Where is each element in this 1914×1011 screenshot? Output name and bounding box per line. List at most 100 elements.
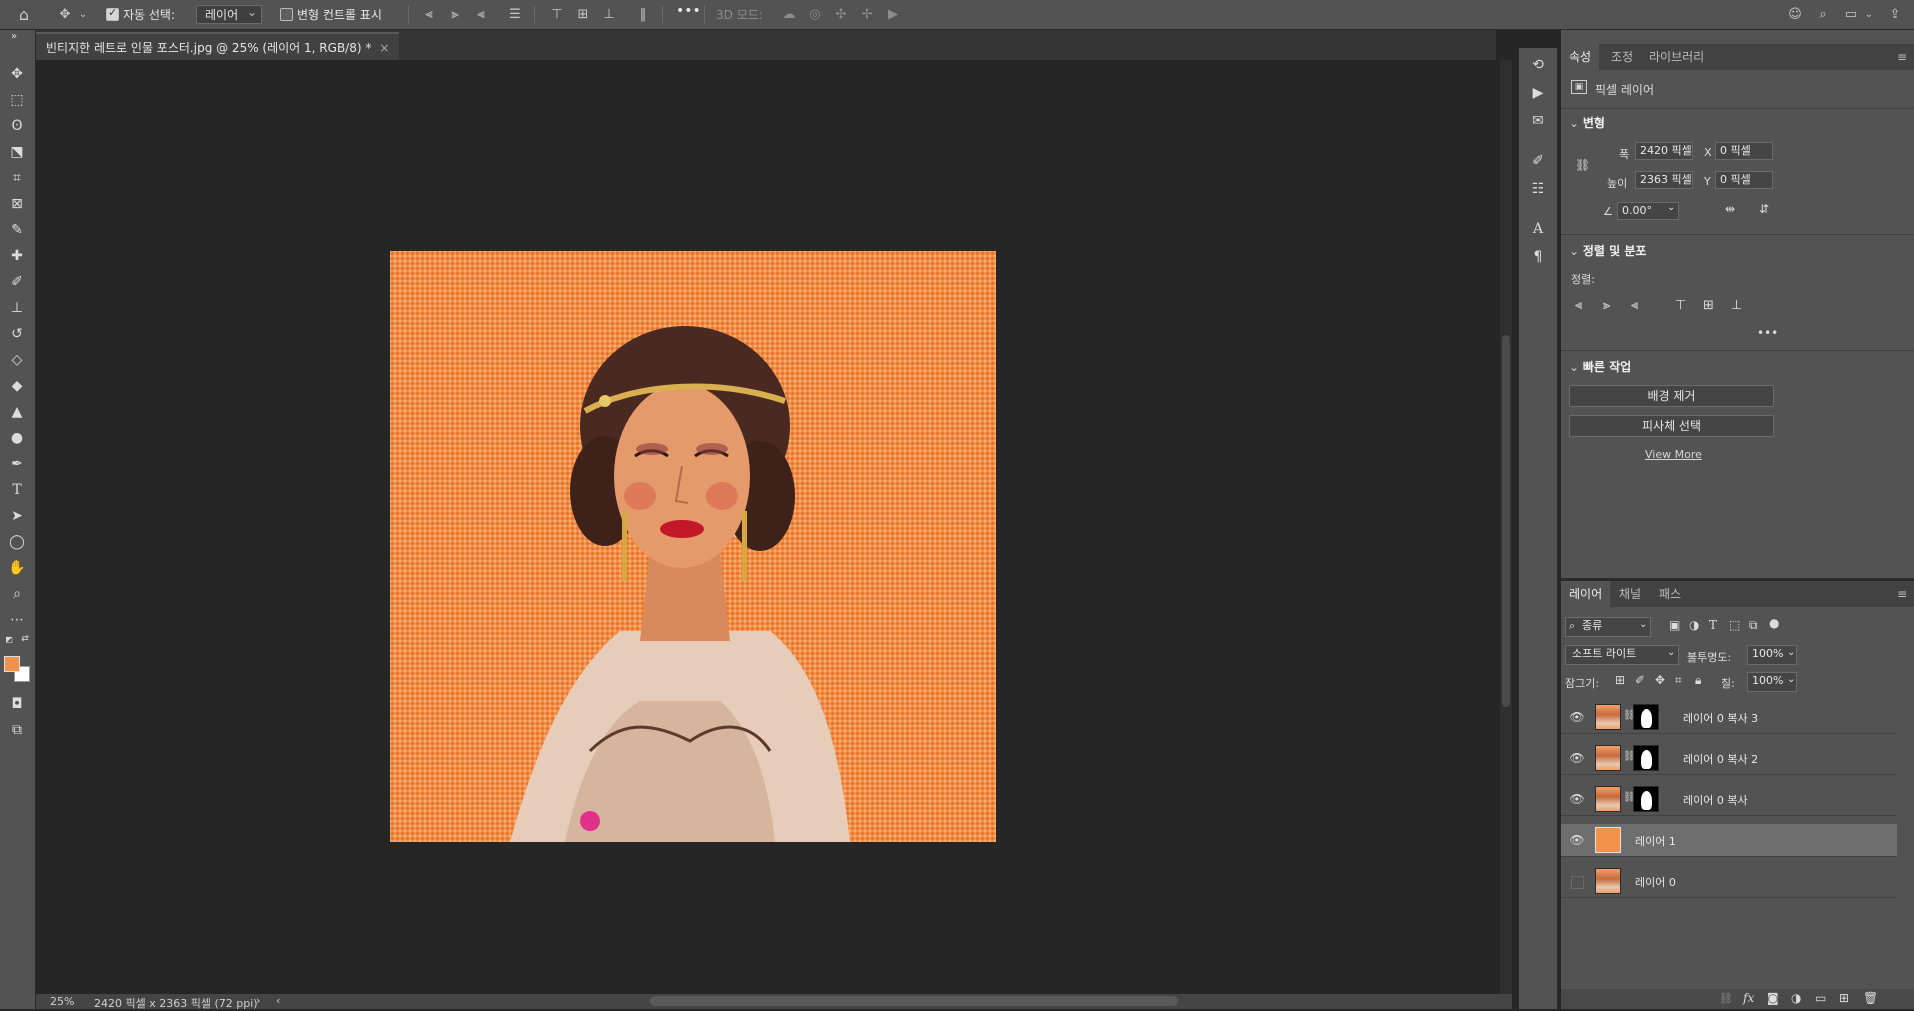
chevron-right-icon[interactable]: › [256, 994, 260, 1007]
filter-type-icon[interactable]: T [1709, 618, 1717, 632]
tab-layers[interactable]: 레이어 [1561, 581, 1611, 607]
visibility-toggle[interactable] [1571, 876, 1584, 889]
align-middle-v-icon[interactable]: ⊞ [574, 5, 592, 24]
horizontal-scroll-thumb[interactable] [650, 996, 1178, 1006]
layer-name[interactable]: 레이어 0 [1635, 874, 1676, 890]
transform-section-header[interactable]: 변형 [1569, 114, 1605, 131]
tab-libraries[interactable]: 라이브러리 [1649, 44, 1704, 70]
object-select-tool-icon[interactable]: ⬔ [7, 142, 27, 162]
layer-row-selected[interactable]: 👁︎ 레이어 1 [1561, 824, 1897, 857]
panel-menu-icon[interactable]: ≡ [1897, 581, 1907, 607]
layer-row[interactable]: 👁︎ ⛓ 레이어 0 복사 2 [1561, 742, 1897, 775]
chevron-down-icon[interactable]: ⌄ [1667, 202, 1675, 213]
view-more-link[interactable]: View More [1645, 448, 1702, 461]
layer-mask-thumbnail[interactable] [1633, 786, 1659, 812]
brush-tool-icon[interactable]: ✐ [7, 272, 27, 292]
close-icon[interactable]: × [379, 41, 389, 55]
filter-adjustment-icon[interactable]: ◑ [1689, 618, 1699, 632]
vertical-scroll-thumb[interactable] [1502, 335, 1510, 707]
transform-controls-checkbox[interactable] [280, 8, 293, 21]
export-icon[interactable]: ⇪ [1886, 5, 1904, 24]
move-tool-icon[interactable]: ✥ [7, 64, 27, 84]
tab-paths[interactable]: 패스 [1659, 581, 1681, 607]
chevron-down-icon[interactable]: ⌄ [1787, 674, 1795, 685]
layer-name[interactable]: 레이어 0 복사 [1683, 792, 1748, 808]
chevron-down-icon[interactable]: ⌄ [1639, 619, 1647, 630]
hand-tool-icon[interactable]: ✋ [7, 558, 27, 578]
width-field[interactable]: 2420 픽셀 [1635, 142, 1693, 160]
add-mask-icon[interactable]: ◙ [1767, 991, 1779, 1005]
layer-name[interactable]: 레이어 0 복사 3 [1683, 710, 1758, 726]
y-field[interactable]: 0 픽셀 [1715, 171, 1773, 189]
eraser-tool-icon[interactable]: ◇ [7, 350, 27, 370]
character-icon[interactable]: A [1529, 220, 1547, 238]
remove-background-button[interactable]: 배경 제거 [1569, 385, 1774, 407]
comments-icon[interactable]: ✉ [1529, 112, 1547, 130]
flip-vertical-icon[interactable]: ⇵ [1759, 202, 1769, 216]
align-top-icon[interactable]: ⊤ [1675, 298, 1686, 313]
pen-tool-icon[interactable]: ✒ [7, 454, 27, 474]
marquee-tool-icon[interactable]: ⬚ [7, 90, 27, 110]
lock-pixels-icon[interactable]: ✐ [1635, 673, 1645, 687]
align-right-icon[interactable]: ⫷ [1631, 298, 1638, 313]
panel-menu-icon[interactable]: ≡ [1897, 44, 1907, 70]
more-align-icon[interactable]: ••• [1757, 326, 1778, 340]
filter-pixel-icon[interactable]: ▣ [1669, 618, 1680, 632]
document-tab[interactable]: 빈티지한 레트로 인물 포스터.jpg @ 25% (레이어 1, RGB/8)… [36, 32, 400, 60]
layer-name[interactable]: 레이어 1 [1635, 833, 1676, 849]
flip-horizontal-icon[interactable]: ⇹ [1725, 202, 1735, 216]
align-bottom-icon[interactable]: ⊥ [600, 5, 618, 24]
history-brush-icon[interactable]: ↺ [7, 324, 27, 344]
blur-tool-icon[interactable]: ▲ [7, 402, 27, 422]
eyedropper-tool-icon[interactable]: ✎ [7, 220, 27, 240]
chevron-down-icon[interactable]: ⌄ [78, 5, 88, 24]
expand-icon[interactable]: » [4, 30, 24, 42]
distribute-v-icon[interactable]: ‖ [634, 5, 652, 24]
layer-row[interactable]: 레이어 0 [1561, 865, 1897, 898]
tab-channels[interactable]: 채널 [1619, 581, 1641, 607]
align-section-header[interactable]: 정렬 및 분포 [1569, 242, 1647, 259]
chevron-down-icon[interactable]: ⌄ [1787, 647, 1795, 658]
paint-bucket-icon[interactable]: ◆ [7, 376, 27, 396]
more-options-icon[interactable]: ••• [676, 3, 701, 19]
align-left-icon[interactable]: ⫷ [1575, 298, 1582, 313]
adjustment-layer-icon[interactable]: ◑ [1791, 991, 1801, 1005]
x-field[interactable]: 0 픽셀 [1715, 142, 1773, 160]
eye-icon[interactable]: 👁︎ [1569, 832, 1585, 848]
auto-select-dropdown[interactable]: 레이어 [196, 3, 262, 24]
healing-brush-icon[interactable]: ✚ [7, 246, 27, 266]
scroll-left-icon[interactable]: ‹ [276, 994, 280, 1007]
home-icon[interactable]: ⌂ [14, 5, 34, 24]
distribute-h-icon[interactable]: ☰ [506, 5, 524, 24]
zoom-tool-icon[interactable]: ⌕ [7, 584, 27, 604]
edit-toolbar-icon[interactable]: ⋯ [7, 610, 27, 630]
align-middle-v-icon[interactable]: ⊞ [1703, 298, 1714, 313]
lock-artboard-icon[interactable]: ⌗ [1675, 673, 1682, 688]
brush-settings-icon[interactable]: ✐ [1529, 152, 1547, 170]
quick-actions-header[interactable]: 빠른 작업 [1569, 358, 1631, 375]
clone-stamp-icon[interactable]: ⊥ [7, 298, 27, 318]
frame-tool-icon[interactable]: ⊠ [7, 194, 27, 214]
align-top-icon[interactable]: ⊤ [548, 5, 566, 24]
link-icon[interactable]: ⛓ [1575, 158, 1590, 172]
layer-name[interactable]: 레이어 0 복사 2 [1683, 751, 1758, 767]
tab-adjustments[interactable]: 조정 [1611, 44, 1633, 70]
filter-shape-icon[interactable]: ⬚ [1729, 618, 1740, 632]
adjustments-icon[interactable]: ☷ [1529, 180, 1547, 198]
chevron-down-icon[interactable]: ⌄ [1864, 5, 1874, 24]
layer-mask-thumbnail[interactable] [1633, 745, 1659, 771]
fx-icon[interactable]: fx [1743, 991, 1754, 1005]
screen-mode-icon[interactable]: ⧉ [7, 720, 27, 740]
link-layers-icon[interactable]: ⛓ [1719, 992, 1733, 1005]
height-field[interactable]: 2363 픽셀 [1635, 171, 1693, 189]
dodge-tool-icon[interactable]: ● [7, 428, 27, 448]
select-subject-button[interactable]: 피사체 선택 [1569, 415, 1774, 437]
trash-icon[interactable]: 🗑︎ [1863, 991, 1878, 1005]
align-left-icon[interactable]: ⫷ [420, 5, 438, 24]
history-icon[interactable]: ⟲ [1529, 56, 1547, 74]
lock-transparent-icon[interactable]: ⊞ [1615, 673, 1625, 687]
layer-row[interactable]: 👁︎ ⛓ 레이어 0 복사 [1561, 783, 1897, 816]
canvas-image[interactable] [390, 251, 996, 842]
zoom-level[interactable]: 25% [50, 995, 74, 1008]
crop-tool-icon[interactable]: ⌗ [7, 168, 27, 188]
